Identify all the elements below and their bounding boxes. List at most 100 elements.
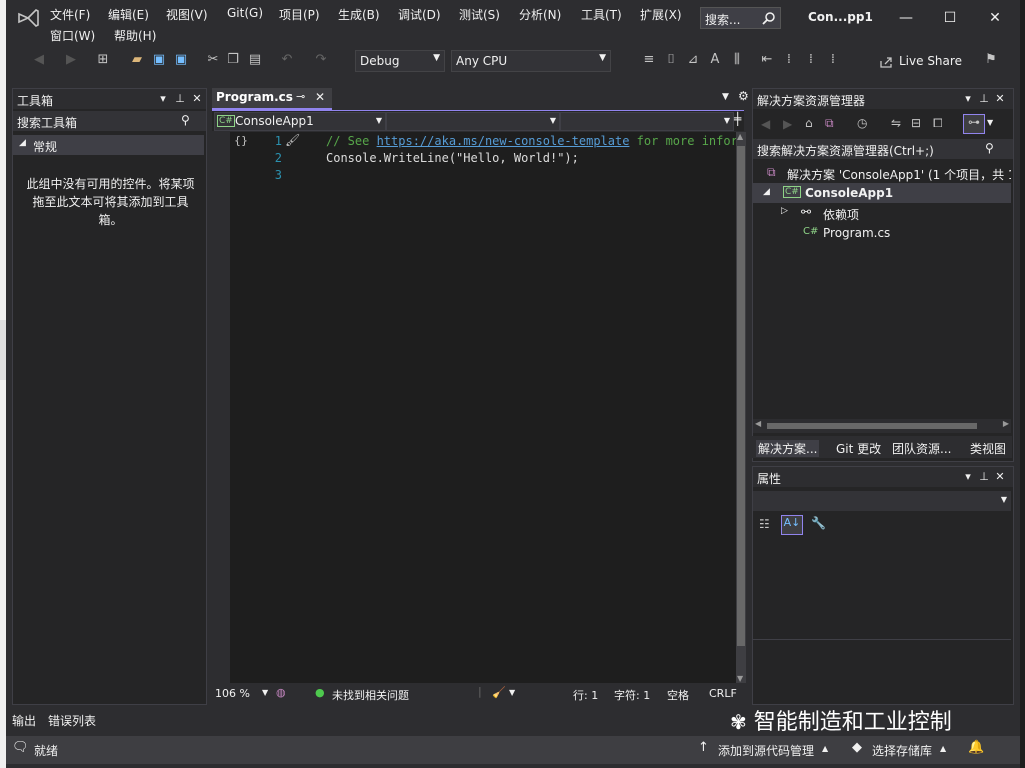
settings-gear-icon[interactable]: ⚙ <box>738 89 749 103</box>
char-indicator[interactable]: 字符: 1 <box>614 687 650 703</box>
code-cleanup-icon[interactable]: 🧹 <box>492 686 506 699</box>
pin-icon[interactable]: ⊥ <box>977 470 991 484</box>
solution-explorer-search[interactable]: 搜索解决方案资源管理器(Ctrl+;) ⚲ <box>753 139 1013 159</box>
menu-view[interactable]: 视图(V) <box>166 6 208 23</box>
minimize-icon[interactable]: — <box>891 6 921 30</box>
type-nav-dropdown[interactable]: ▼ <box>386 112 560 131</box>
new-project-icon[interactable]: ⊞ <box>94 51 112 69</box>
chevron-down-icon[interactable]: ▼ <box>509 688 515 697</box>
format-icon[interactable]: ≡ <box>640 51 658 69</box>
cut-icon[interactable]: ✂ <box>204 51 222 69</box>
menu-build[interactable]: 生成(B) <box>338 6 380 23</box>
tab-output[interactable]: 输出 <box>12 712 36 729</box>
menu-edit[interactable]: 编辑(E) <box>108 6 149 23</box>
menu-window[interactable]: 窗口(W) <box>50 27 95 44</box>
scroll-thumb[interactable] <box>767 423 977 429</box>
tab-error-list[interactable]: 错误列表 <box>48 712 96 729</box>
pin-icon[interactable]: ⊥ <box>977 92 991 106</box>
issues-status[interactable]: 未找到相关问题 <box>332 687 409 703</box>
indent-indicator[interactable]: 空格 <box>667 687 689 703</box>
project-nav-dropdown[interactable]: C# ConsoleApp1 ▼ <box>214 112 386 131</box>
toggle-icon[interactable]: ⁞ <box>824 51 842 69</box>
pin-icon[interactable]: ⊥ <box>173 92 187 106</box>
chevron-up-icon[interactable]: ▲ <box>940 744 946 753</box>
horizontal-scrollbar[interactable]: ◀ ▶ <box>753 419 1011 433</box>
feedback-icon[interactable]: ⚑ <box>982 51 1000 69</box>
tree-project-node[interactable]: ◢ C# ConsoleApp1 <box>753 183 1011 203</box>
menu-help[interactable]: 帮助(H) <box>114 27 156 44</box>
menu-git[interactable]: Git(G) <box>227 6 263 20</box>
tab-git-changes[interactable]: Git 更改 <box>836 440 881 457</box>
save-icon[interactable]: ▣ <box>150 51 168 69</box>
redo-icon[interactable]: ↷ <box>312 51 330 69</box>
line-indicator[interactable]: 行: 1 <box>573 687 598 703</box>
tab-class-view[interactable]: 类视图 <box>970 440 1006 457</box>
quick-action-brush-icon[interactable]: 🖌 <box>285 133 300 147</box>
close-icon[interactable]: ✕ <box>993 92 1007 106</box>
chevron-down-icon[interactable]: ▼ <box>987 118 993 127</box>
scroll-down-icon[interactable]: ▼ <box>737 674 743 683</box>
message-icon[interactable]: 🗨 <box>12 740 29 755</box>
tree-solution-node[interactable]: ⧉ 解决方案 'ConsoleApp1' (1 个项目，共 1 <box>753 163 1011 183</box>
toolbox-search[interactable]: 搜索工具箱 ⚲ <box>13 111 206 131</box>
notifications-bell-icon[interactable]: 🔔 <box>968 740 984 755</box>
navigate-back-icon[interactable]: ◀ <box>30 51 48 69</box>
show-all-files-icon[interactable]: ⧠ <box>933 116 943 131</box>
vertical-scrollbar[interactable]: ▲ ▼ <box>736 132 746 683</box>
menu-test[interactable]: 测试(S) <box>459 6 500 23</box>
code-text-area[interactable]: {} 1 2 3 🖌 // See https://aka.ms/new-con… <box>212 132 736 683</box>
tree-dependencies-node[interactable]: ▷ ⚯ 依赖项 <box>753 203 1011 223</box>
switch-views-icon[interactable]: ⧉ <box>825 116 834 131</box>
bookmark-icon[interactable]: ⫼ <box>728 51 746 69</box>
menu-project[interactable]: 项目(P) <box>279 6 320 23</box>
tab-list-dropdown-icon[interactable]: ▼ <box>722 92 729 102</box>
categorized-icon[interactable]: ☷ <box>759 517 770 531</box>
member-nav-dropdown[interactable]: ▼ <box>560 112 734 131</box>
uncomment-icon[interactable]: ⁞ <box>802 51 820 69</box>
global-search-box[interactable]: 搜索... <box>700 7 781 29</box>
close-icon[interactable]: ✕ <box>190 92 204 106</box>
navigate-forward-icon[interactable]: ▶ <box>62 51 80 69</box>
window-menu-icon[interactable]: ▾ <box>961 470 975 484</box>
back-icon[interactable]: ◀ <box>761 117 770 131</box>
add-source-control-button[interactable]: 添加到源代码管理 <box>718 742 814 759</box>
split-editor-icon[interactable]: ╪ <box>734 112 741 126</box>
close-icon[interactable]: ✕ <box>993 470 1007 484</box>
comment-icon[interactable]: ⁞ <box>780 51 798 69</box>
eol-indicator[interactable]: CRLF <box>709 687 737 700</box>
tree-file-node[interactable]: C# Program.cs <box>753 223 1011 243</box>
chevron-down-icon[interactable]: ▼ <box>262 688 268 697</box>
home-icon[interactable]: ⌂ <box>805 116 813 130</box>
menu-analyze[interactable]: 分析(N) <box>519 6 561 23</box>
window-menu-icon[interactable]: ▾ <box>961 92 975 106</box>
code-comment-link[interactable]: https://aka.ms/new-console-template <box>377 134 630 148</box>
menu-extensions[interactable]: 扩展(X) <box>640 6 682 23</box>
window-menu-icon[interactable]: ▾ <box>156 92 170 106</box>
configuration-dropdown[interactable]: Debug ▼ <box>355 50 445 72</box>
tab-team-explorer[interactable]: 团队资源... <box>892 440 951 457</box>
spell-icon[interactable]: A <box>706 51 724 69</box>
scroll-thumb[interactable] <box>737 146 745 646</box>
sync-icon[interactable]: ⇋ <box>891 116 901 130</box>
platform-dropdown[interactable]: Any CPU ▼ <box>451 50 611 72</box>
bracket-icon[interactable]: ⌷ <box>662 51 680 69</box>
chevron-up-icon[interactable]: ▲ <box>822 744 828 753</box>
paste-icon[interactable]: ▤ <box>246 51 264 69</box>
toolbox-section-general[interactable]: ◢ 常规 <box>13 135 204 155</box>
expanded-triangle-icon[interactable]: ◢ <box>763 187 770 197</box>
collapsed-triangle-icon[interactable]: ▷ <box>781 206 788 216</box>
collapse-all-icon[interactable]: ⊟ <box>911 116 921 130</box>
copilot-icon[interactable]: ◍ <box>276 686 286 699</box>
tab-program-cs[interactable]: Program.cs ⊸ ✕ <box>212 88 332 110</box>
alphabetical-icon[interactable]: A↓ <box>781 515 803 535</box>
select-repository-button[interactable]: 选择存储库 <box>872 742 932 759</box>
pin-tab-icon[interactable]: ⊸ <box>296 90 305 103</box>
open-folder-icon[interactable]: ▰ <box>128 51 146 69</box>
outdent-icon[interactable]: ⇤ <box>758 51 776 69</box>
scroll-up-icon[interactable]: ▲ <box>737 132 743 141</box>
forward-icon[interactable]: ▶ <box>783 117 792 131</box>
menu-file[interactable]: 文件(F) <box>50 6 90 23</box>
properties-object-dropdown[interactable]: ▼ <box>753 491 1011 511</box>
indent-icon[interactable]: ⊿ <box>684 51 702 69</box>
property-pages-icon[interactable]: 🔧 <box>811 516 826 530</box>
